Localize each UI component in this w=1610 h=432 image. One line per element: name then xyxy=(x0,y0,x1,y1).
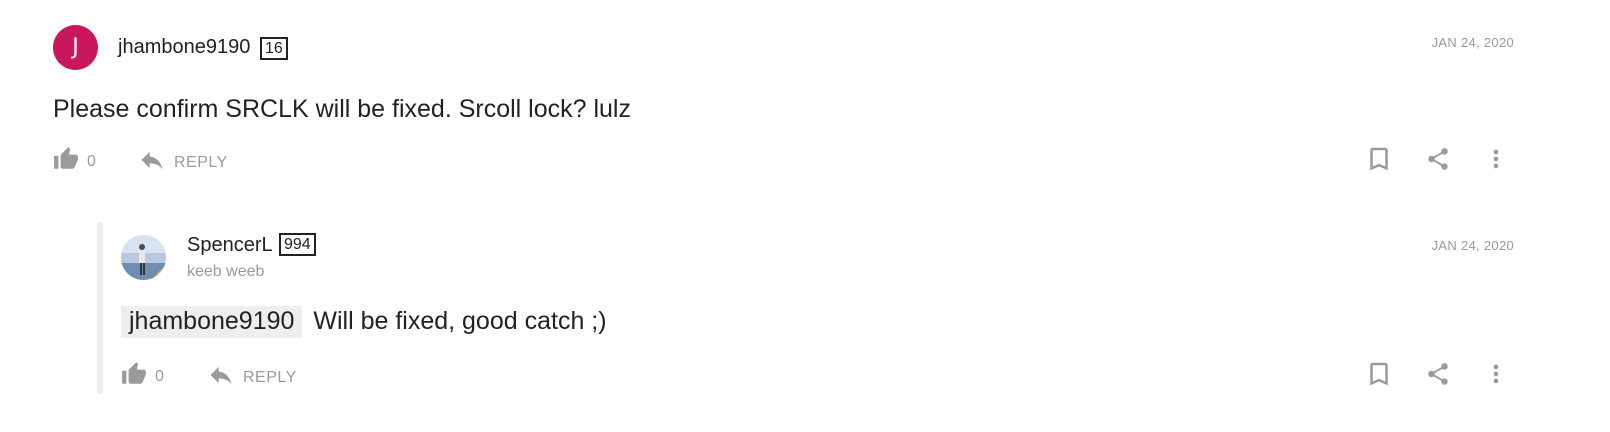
upvote-button[interactable]: 0 xyxy=(121,361,164,392)
avatar[interactable] xyxy=(121,235,166,280)
reply-label: REPLY xyxy=(174,153,228,171)
more-vertical-icon xyxy=(1482,145,1510,178)
share-button[interactable] xyxy=(1423,361,1453,391)
comment-actions: 0 REPLY xyxy=(0,361,1610,391)
comment-body: Please confirm SRCLK will be fixed. Srco… xyxy=(53,95,631,123)
comment: J jhambone9190 16 JAN 24, 2020 Please co… xyxy=(0,0,1610,200)
bookmark-icon xyxy=(1364,144,1394,179)
upvote-button[interactable]: 0 xyxy=(53,146,96,177)
comment-date: JAN 24, 2020 xyxy=(1431,35,1514,50)
share-icon xyxy=(1425,146,1451,177)
reply-arrow-icon xyxy=(207,361,235,394)
more-options-button[interactable] xyxy=(1481,146,1511,176)
user-title: keeb weeb xyxy=(187,263,265,280)
comment-text: Will be fixed, good catch ;) xyxy=(313,307,607,335)
bookmark-button[interactable] xyxy=(1364,146,1394,176)
comment-actions: 0 REPLY xyxy=(0,146,1610,176)
avatar-letter: J xyxy=(72,35,79,60)
reputation-badge: 16 xyxy=(260,37,288,60)
vote-count: 0 xyxy=(155,367,164,385)
share-icon xyxy=(1425,361,1451,392)
comment-date: JAN 24, 2020 xyxy=(1431,238,1514,253)
reply-arrow-icon xyxy=(138,146,166,179)
comment-body: jhambone9190 Will be fixed, good catch ;… xyxy=(121,306,607,338)
reputation-badge: 994 xyxy=(279,233,316,256)
bookmark-icon xyxy=(1364,359,1394,394)
bookmark-button[interactable] xyxy=(1364,361,1394,391)
avatar[interactable]: J xyxy=(53,25,98,70)
reply-comment: SpencerL 994 keeb weeb JAN 24, 2020 jham… xyxy=(0,200,1610,400)
more-vertical-icon xyxy=(1482,360,1510,393)
user-mention[interactable]: jhambone9190 xyxy=(121,306,303,338)
avatar-photo xyxy=(121,235,166,280)
share-button[interactable] xyxy=(1423,146,1453,176)
reply-button[interactable]: REPLY xyxy=(207,361,297,394)
reply-label: REPLY xyxy=(243,368,297,386)
reply-button[interactable]: REPLY xyxy=(138,146,228,179)
thumbs-up-icon xyxy=(53,146,79,177)
vote-count: 0 xyxy=(87,152,96,170)
username[interactable]: jhambone9190 xyxy=(118,36,250,59)
thumbs-up-icon xyxy=(121,361,147,392)
more-options-button[interactable] xyxy=(1481,361,1511,391)
username[interactable]: SpencerL xyxy=(187,234,273,257)
